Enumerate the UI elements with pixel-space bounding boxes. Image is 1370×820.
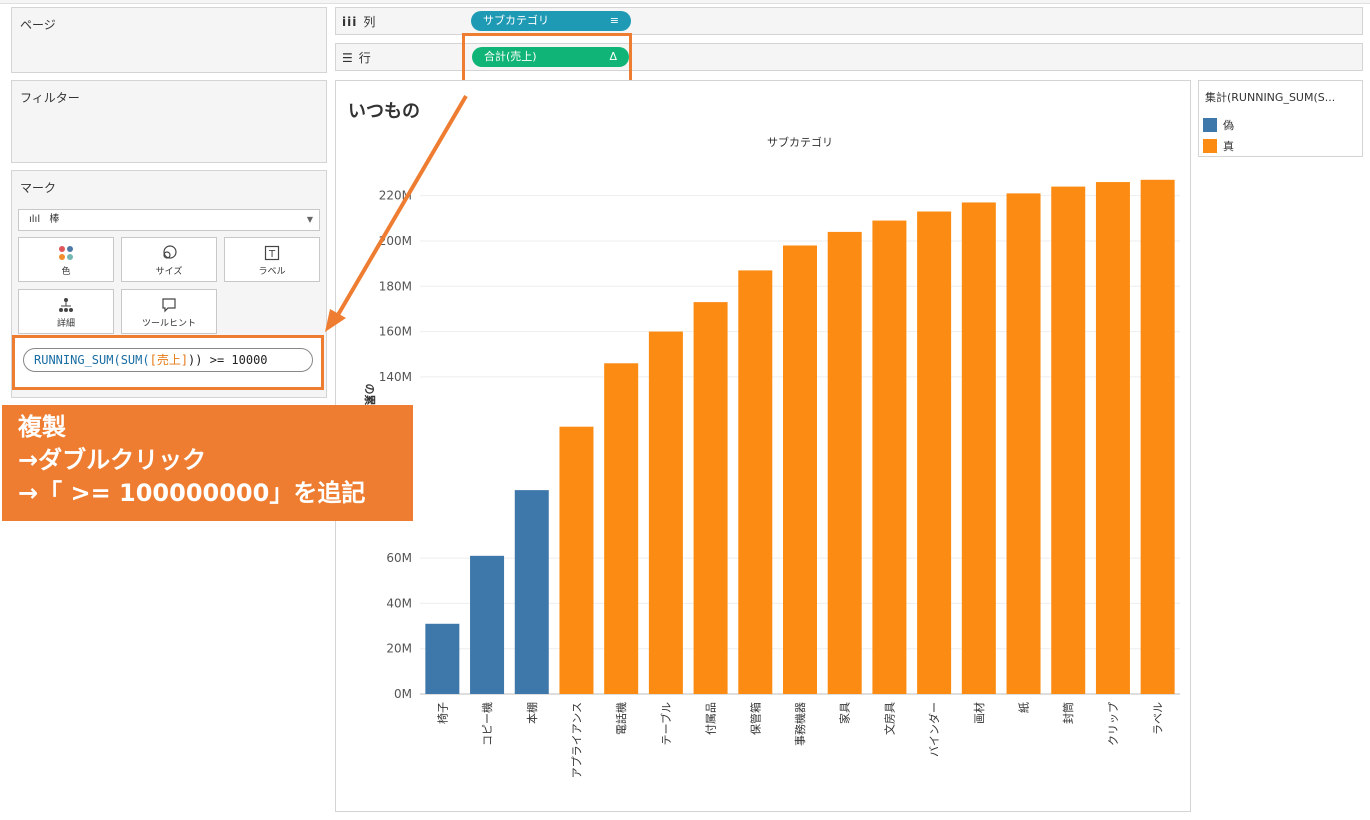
chevron-down-icon: ▼ xyxy=(306,215,313,224)
callout-line-3: →「 >= 100000000」を追記 xyxy=(18,479,366,507)
formula-rest: )) >= 10000 xyxy=(188,353,268,367)
annotation-callout: 複製 →ダブルクリック →「 >= 100000000」を追記 xyxy=(2,405,413,521)
legend-title: 集計(RUNNING_SUM(S... xyxy=(1205,91,1336,104)
label-icon: T xyxy=(264,245,280,261)
size-button[interactable]: サイズ xyxy=(121,237,217,282)
columns-icon: iii xyxy=(342,14,358,29)
color-button[interactable]: 色 xyxy=(18,237,114,282)
mark-type-value: 棒 xyxy=(49,214,60,225)
columns-pill-label: サブカテゴリ xyxy=(483,14,549,27)
filters-panel[interactable]: フィルター xyxy=(11,80,327,163)
pages-title: ページ xyxy=(20,18,56,32)
callout-line-2: →ダブルクリック xyxy=(18,446,207,474)
detail-label: 詳細 xyxy=(56,319,75,329)
filters-title: フィルター xyxy=(20,91,80,105)
mark-type-dropdown[interactable]: ılıl 棒 ▼ xyxy=(18,209,320,231)
size-icon xyxy=(163,245,177,259)
tooltip-icon xyxy=(162,298,176,313)
sheet-title: いつもの xyxy=(348,101,420,122)
top-strip xyxy=(0,0,1370,4)
svg-text:T: T xyxy=(268,249,276,260)
columns-shelf-label: iii 列 xyxy=(342,14,376,30)
tooltip-label: ツールヒント xyxy=(141,319,196,329)
marks-title: マーク xyxy=(20,181,57,195)
detail-icon xyxy=(59,298,73,312)
formula-highlight: RUNNING_SUM(SUM([売上])) >= 10000 xyxy=(12,335,324,390)
columns-pill[interactable]: サブカテゴリ ≡ xyxy=(471,11,631,31)
sort-icon: ≡ xyxy=(609,14,619,27)
rows-icon: ☰ xyxy=(342,50,353,65)
callout-line-1: 複製 xyxy=(18,413,66,441)
rows-shelf-label: ☰ 行 xyxy=(342,50,371,66)
color-label: 色 xyxy=(61,267,71,277)
color-dots-icon xyxy=(59,246,73,260)
bar-chart-icon: ılıl xyxy=(29,214,41,225)
color-legend: 集計(RUNNING_SUM(S... 偽 真 xyxy=(1198,80,1363,157)
pages-panel[interactable]: ページ xyxy=(11,7,327,73)
legend-swatch-false xyxy=(1203,118,1217,132)
size-label: サイズ xyxy=(155,267,183,277)
formula-function: RUNNING_SUM(SUM( xyxy=(34,353,150,367)
detail-button[interactable]: 詳細 xyxy=(18,289,114,334)
legend-item-false[interactable]: 偽 xyxy=(1203,117,1234,133)
label-button[interactable]: T ラベル xyxy=(224,237,320,282)
formula-editor[interactable]: RUNNING_SUM(SUM([売上])) >= 10000 xyxy=(23,348,313,372)
chart-view: いつもの xyxy=(335,80,1191,812)
legend-swatch-true xyxy=(1203,139,1217,153)
formula-field: [売上] xyxy=(149,353,189,367)
legend-item-true[interactable]: 真 xyxy=(1203,138,1234,154)
label-label: ラベル xyxy=(258,267,286,277)
tooltip-button[interactable]: ツールヒント xyxy=(121,289,217,334)
